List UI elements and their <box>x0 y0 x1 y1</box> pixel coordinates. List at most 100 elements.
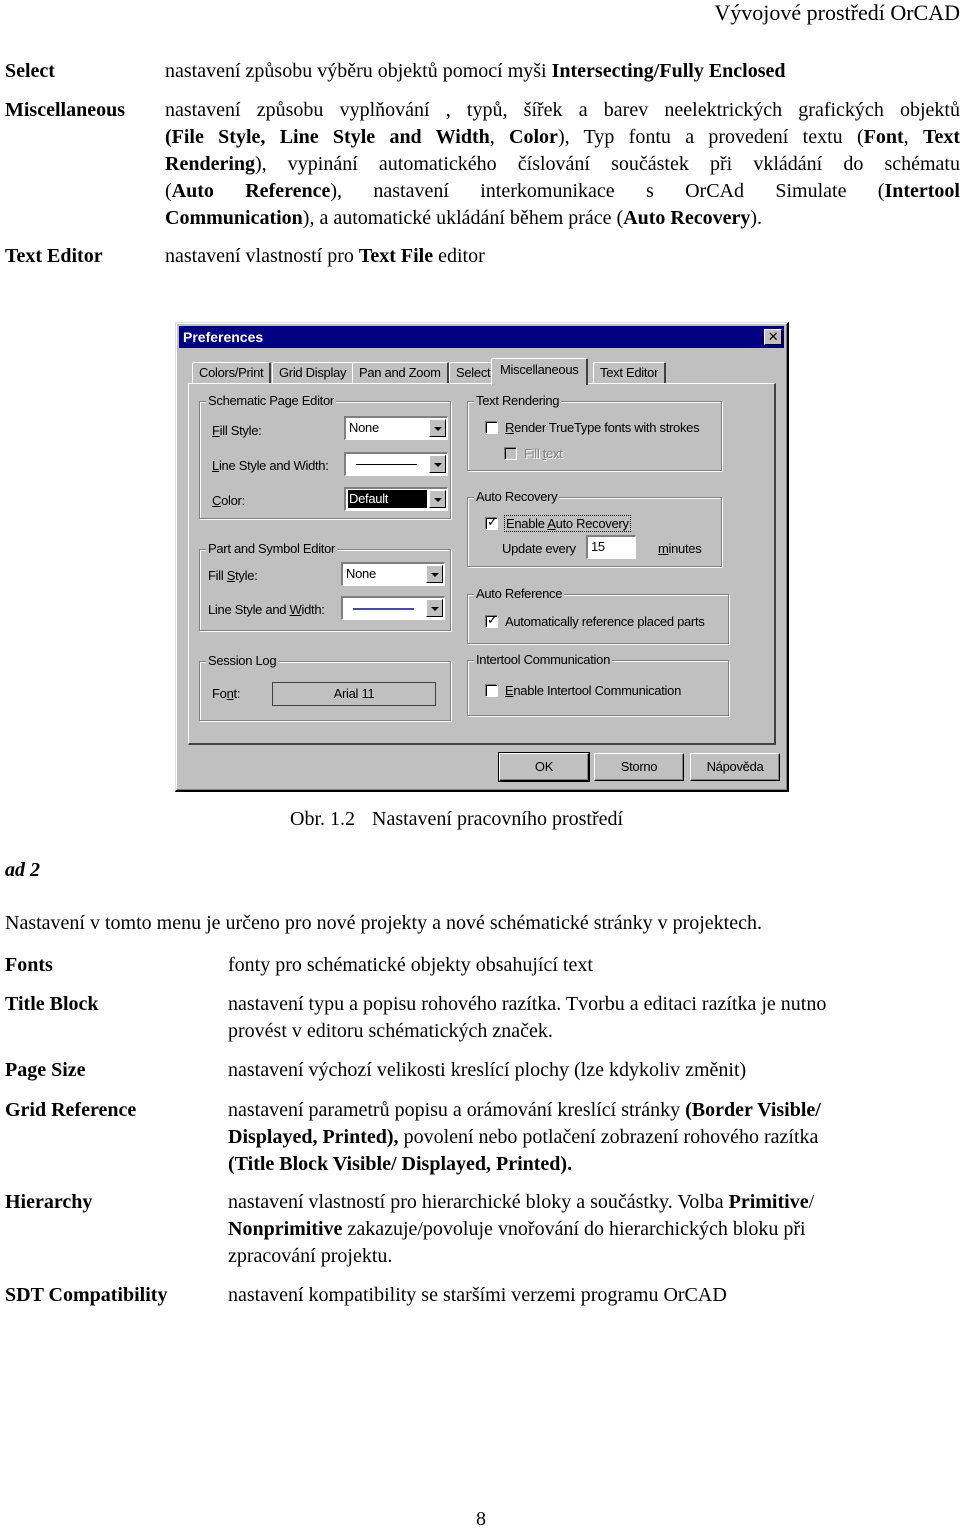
group-label: Schematic Page Editor <box>206 393 336 408</box>
dialog-titlebar[interactable]: Preferences ✕ <box>179 326 784 348</box>
text-run: provést v editoru schématických značek. <box>228 1020 553 1042</box>
definition-term: Fonts <box>5 954 53 976</box>
checkbox-icon[interactable] <box>485 421 498 434</box>
chevron-down-icon[interactable] <box>429 490 446 508</box>
definition-description: nastavení vlastností pro Text File edito… <box>165 243 960 270</box>
intertool-communication-group: Intertool Communication Enable Intertool… <box>467 652 729 716</box>
line-sample-icon <box>356 464 417 465</box>
tab-miscellaneous[interactable]: Miscellaneous <box>491 358 589 385</box>
definition-description: nastavení způsobu výběru objektů pomocí … <box>165 58 960 85</box>
bold-term: Auto Reference <box>171 180 331 202</box>
color-select[interactable]: Default <box>344 487 448 511</box>
chevron-down-icon[interactable] <box>426 565 443 583</box>
text-run: povolení nebo potlačení zobrazení rohové… <box>398 1126 819 1148</box>
group-label: Intertool Communication <box>474 652 612 667</box>
bold-term: Text <box>922 126 960 148</box>
font-button[interactable]: Arial 11 <box>272 682 436 706</box>
description-line: Nonprimitive zakazuje/povoluje vnořování… <box>228 1216 960 1243</box>
minutes-label: minutes <box>658 541 702 556</box>
description-line: nastavení způsobu vyplňování , typů, šíř… <box>165 97 960 124</box>
definition-term: Text Editor <box>5 245 103 267</box>
definition-description: nastavení způsobu vyplňování , typů, šíř… <box>165 97 960 232</box>
figure-number: Obr. 1.2 <box>290 808 355 830</box>
definition-term: Select <box>5 60 55 82</box>
checkbox-label: Enable Auto Recovery <box>504 515 631 532</box>
definition-term: Grid Reference <box>5 1099 137 1121</box>
chevron-down-icon[interactable] <box>429 455 446 473</box>
description-line: (File Style, Line Style and Width, Color… <box>165 124 960 151</box>
description-line: nastavení vlastností pro hierarchické bl… <box>228 1189 960 1216</box>
auto-reference-group: Auto Reference Automatically reference p… <box>467 586 729 644</box>
section-heading: ad 2 <box>5 859 40 881</box>
bold-term: Intersecting/Fully Enclosed <box>551 60 786 82</box>
checkbox-label: Fill text <box>524 446 563 461</box>
part-line-style-select[interactable] <box>341 596 445 620</box>
tab-pan-and-zoom[interactable]: Pan and Zoom <box>352 362 449 384</box>
text-run: ), nastavení interkomunikace s OrCAd Sim… <box>330 180 885 202</box>
text-run: nastavení způsobu výběru objektů pomocí … <box>165 60 552 82</box>
ok-button[interactable]: OK <box>498 752 590 782</box>
line-style-select[interactable] <box>344 452 448 476</box>
dialog-title: Preferences <box>183 329 264 345</box>
description-line: nastavení kompatibility se staršími verz… <box>228 1282 960 1309</box>
text-run: editor <box>433 245 485 267</box>
part-fill-style-label: Fill Style: <box>208 568 258 583</box>
group-label: Auto Recovery <box>474 489 560 504</box>
checkbox-icon[interactable] <box>504 447 517 460</box>
help-button[interactable]: Nápověda <box>690 753 780 781</box>
description-line: zpracování projektu. <box>228 1243 960 1270</box>
text-run: fonty pro schématické objekty obsahující… <box>228 954 593 976</box>
session-log-group: Session Log Font: Arial 11 <box>199 653 451 721</box>
intro-paragraph: Nastavení v tomto menu je určeno pro nov… <box>5 912 762 934</box>
update-every-label: Update every <box>502 541 576 556</box>
figure-caption-text: Nastavení pracovního prostředí <box>372 808 624 830</box>
text-run: nastavení výchozí velikosti kreslící plo… <box>228 1059 747 1081</box>
text-run: nastavení vlastností pro hierarchické bl… <box>228 1191 729 1213</box>
definition-description: nastavení výchozí velikosti kreslící plo… <box>228 1057 960 1084</box>
text-run: nastavení typu a popisu rohového razítka… <box>228 993 827 1015</box>
definition-term: Miscellaneous <box>5 99 125 121</box>
checkbox-icon[interactable] <box>485 684 498 697</box>
bold-term: Primitive <box>728 1191 809 1213</box>
checkbox-label: Render TrueType fonts with strokes <box>505 420 700 435</box>
line-sample-icon <box>353 608 414 610</box>
description-line: (Title Block Visible/ Displayed, Printed… <box>228 1151 960 1178</box>
group-label: Text Rendering <box>474 393 562 408</box>
line-style-label: Line Style and Width: <box>212 458 329 473</box>
definition-term: Title Block <box>5 993 99 1015</box>
text-run: ), Typ fontu a provedení textu ( <box>557 126 864 148</box>
preferences-dialog: Preferences ✕ Colors/Print Grid Display … <box>175 322 789 792</box>
fill-style-label: Fill Style: <box>212 423 262 438</box>
text-run: nastavení vlastností pro <box>165 245 359 267</box>
chevron-down-icon[interactable] <box>429 419 446 437</box>
text-run: / <box>808 1191 815 1213</box>
checkbox-icon[interactable] <box>485 514 498 530</box>
group-label: Auto Reference <box>474 586 565 601</box>
cancel-button[interactable]: Storno <box>594 753 684 781</box>
fill-style-select[interactable]: None <box>344 416 448 440</box>
definition-description: nastavení vlastností pro hierarchické bl… <box>228 1189 960 1270</box>
bold-term: Auto Recovery <box>623 207 751 229</box>
checkbox-icon[interactable] <box>485 612 498 628</box>
bold-term: Intertool <box>884 180 960 202</box>
tab-grid-display[interactable]: Grid Display <box>272 362 355 384</box>
close-icon[interactable]: ✕ <box>764 329 782 345</box>
description-line: provést v editoru schématických značek. <box>228 1018 960 1045</box>
group-label: Part and Symbol Editor <box>206 541 338 556</box>
part-fill-style-select[interactable]: None <box>341 562 445 586</box>
definition-description: fonty pro schématické objekty obsahující… <box>228 952 960 979</box>
text-run: , <box>903 126 923 148</box>
tab-text-editor[interactable]: Text Editor <box>593 362 667 384</box>
group-label: Session Log <box>206 653 279 668</box>
chevron-down-icon[interactable] <box>426 599 443 617</box>
bold-term: Communication <box>165 207 303 229</box>
definition-term: SDT Compatibility <box>5 1284 168 1306</box>
update-every-input[interactable]: 15 <box>586 535 636 559</box>
text-run: nastavení kompatibility se staršími verz… <box>228 1284 727 1306</box>
definition-description: nastavení typu a popisu rohového razítka… <box>228 991 960 1045</box>
description-line: Rendering), vypinání automatického číslo… <box>165 151 960 178</box>
description-line: nastavení typu a popisu rohového razítka… <box>228 991 960 1018</box>
tab-colors-print[interactable]: Colors/Print <box>192 362 272 384</box>
bold-term: (File Style, Line Style and Width <box>165 126 490 148</box>
part-fill-style-value: None <box>346 566 376 581</box>
